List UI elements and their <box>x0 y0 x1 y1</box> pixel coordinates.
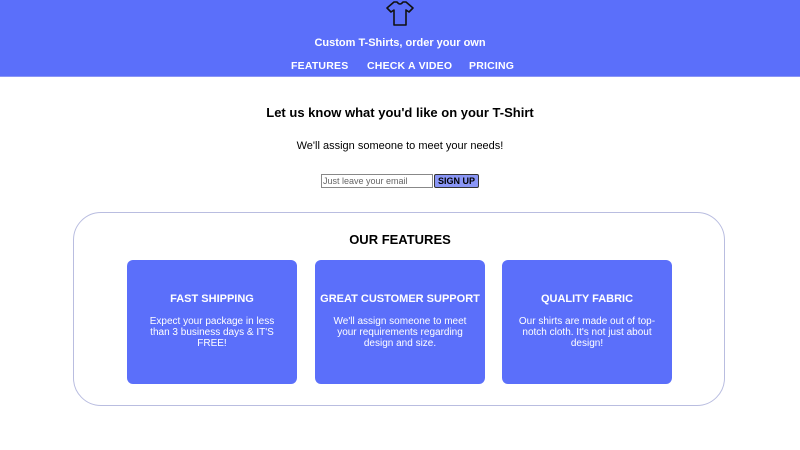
feature-card-text: We'll assign someone to meet your requir… <box>333 316 467 349</box>
main-nav: FEATURES CHECK A VIDEO PRICING <box>0 60 800 74</box>
feature-card-quality-fabric: QUALITY FABRIC Our shirts are made out o… <box>502 260 672 384</box>
feature-card-customer-support: GREAT CUSTOMER SUPPORT We'll assign some… <box>315 260 485 384</box>
site-tagline: Custom T-Shirts, order your own <box>314 37 486 49</box>
feature-card-fast-shipping: FAST SHIPPING Expect your package in les… <box>127 260 297 384</box>
hero-title: Let us know what you'd like on your T-Sh… <box>266 105 534 120</box>
feature-card-text: Our shirts are made out of top-notch clo… <box>518 316 656 349</box>
nav-link-check-a-video[interactable]: CHECK A VIDEO <box>367 60 452 72</box>
feature-card-text: Expect your package in less than 3 busin… <box>149 316 275 349</box>
sign-up-button[interactable]: SIGN UP <box>434 174 479 188</box>
nav-link-features[interactable]: FEATURES <box>291 60 348 72</box>
email-field[interactable] <box>321 174 433 188</box>
feature-card-title: FAST SHIPPING <box>170 293 254 305</box>
hero-subtitle: We'll assign someone to meet your needs! <box>296 140 504 152</box>
site-header: Custom T-Shirts, order your own FEATURES… <box>0 0 800 77</box>
tshirt-icon[interactable] <box>385 0 415 28</box>
feature-card-title: QUALITY FABRIC <box>540 293 634 305</box>
nav-link-pricing[interactable]: PRICING <box>469 60 514 72</box>
features-title: OUR FEATURES <box>349 232 451 247</box>
feature-card-title: GREAT CUSTOMER SUPPORT <box>320 293 480 305</box>
